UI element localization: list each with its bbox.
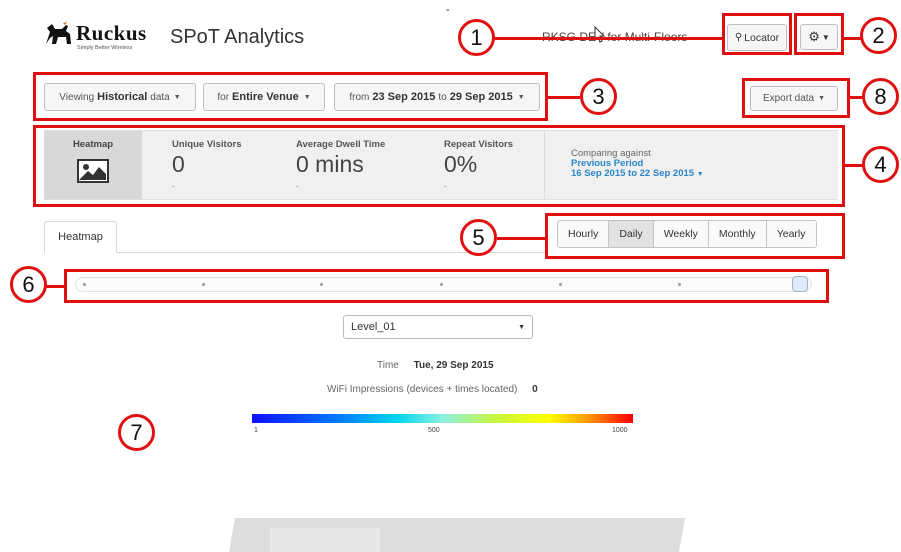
wifi-impressions-value: 0: [532, 384, 538, 395]
connector-line-3: [548, 96, 580, 99]
time-value: Tue, 29 Sep 2015: [413, 360, 494, 371]
annotation-box-granularity: [545, 213, 845, 259]
callout-7: 7: [118, 414, 155, 451]
time-info: Time Tue, 29 Sep 2015: [377, 360, 494, 371]
annotation-box-export: [742, 78, 850, 118]
annotation-box-locator: [722, 13, 792, 55]
callout-3: 3: [580, 78, 617, 115]
wifi-impressions-label: WiFi Impressions (devices + times locate…: [327, 384, 518, 395]
app-title: SPoT Analytics: [170, 26, 305, 48]
ruckus-logo: Ruckus Simply Better Wireless: [44, 21, 147, 51]
brand-wordmark: Ruckus: [76, 21, 147, 45]
ruckus-dog-icon: [44, 22, 74, 50]
callout-8: 8: [862, 78, 899, 115]
callout-6: 6: [10, 266, 47, 303]
caret-down-icon: ▼: [518, 323, 525, 331]
brand-tagline: Simply Better Wireless: [77, 45, 133, 51]
callout-5: 5: [460, 219, 497, 256]
heatmap-color-legend: [252, 414, 633, 423]
legend-max: 1000: [612, 427, 628, 434]
annotation-box-settings: [794, 13, 844, 55]
callout-4: 4: [862, 146, 899, 183]
legend-mid: 500: [428, 427, 440, 434]
legend-min: 1: [254, 427, 258, 434]
annotation-box-filters: [33, 72, 548, 121]
wifi-impressions-info: WiFi Impressions (devices + times locate…: [327, 384, 538, 395]
floor-select-value: Level_01: [351, 321, 396, 333]
top-mark: -: [446, 4, 450, 16]
connector-line-5: [497, 237, 547, 240]
tab-heatmap[interactable]: Heatmap: [44, 221, 117, 253]
callout-1: 1: [458, 19, 495, 56]
watermark-block: [270, 528, 380, 552]
time-label: Time: [377, 360, 399, 371]
floor-select[interactable]: Level_01 ▼: [343, 315, 533, 339]
connector-line-1: [495, 37, 725, 40]
annotation-box-slider: [64, 269, 829, 303]
callout-2: 2: [860, 17, 897, 54]
annotation-box-metrics: [33, 125, 845, 207]
